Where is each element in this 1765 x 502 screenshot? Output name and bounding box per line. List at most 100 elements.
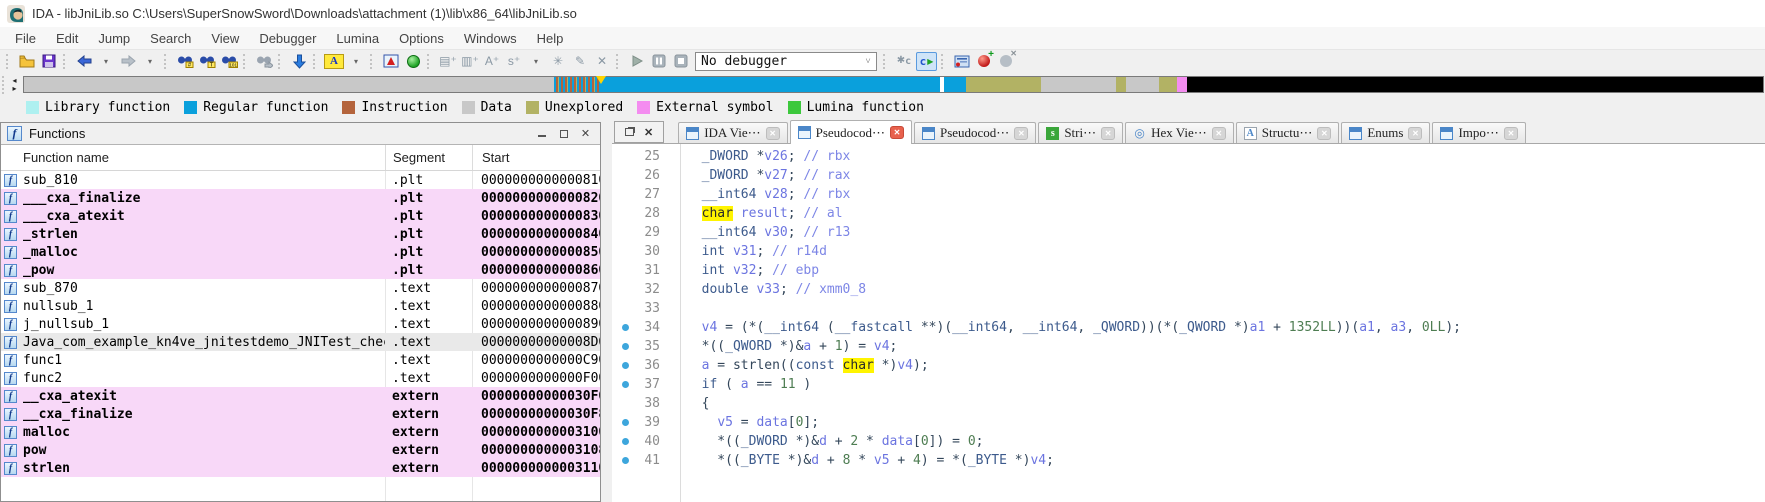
add-breakpoint-icon[interactable] xyxy=(974,49,994,71)
tab-enums-6[interactable]: Enums ✕ xyxy=(1341,122,1431,143)
function-row-strlen[interactable]: strlen extern 0000000000003110 xyxy=(1,459,600,477)
restore-icon[interactable] xyxy=(555,126,572,141)
navigation-band[interactable] xyxy=(23,76,1764,93)
function-row-_strlen[interactable]: _strlen .plt 0000000000000840 xyxy=(1,225,600,243)
menu-view[interactable]: View xyxy=(201,29,249,48)
pseudocode-line-39[interactable]: 39 v5 = data[0]; xyxy=(612,413,1765,432)
navband-segment-9[interactable] xyxy=(1159,77,1177,92)
function-row-nullsub_1[interactable]: nullsub_1 .text 0000000000000880 xyxy=(1,297,600,315)
pseudocode-line-38[interactable]: 38 { xyxy=(612,394,1765,413)
debugger-select[interactable]: No debugger ˅ xyxy=(695,51,877,71)
tab-structu-5[interactable]: A Structu⋯ ✕ xyxy=(1235,122,1340,143)
function-row-__cxa_atexit[interactable]: __cxa_atexit extern 00000000000030F0 xyxy=(1,387,600,405)
navband-segment-1[interactable] xyxy=(554,77,602,92)
back-dropdown-icon[interactable]: ▾ xyxy=(96,51,116,71)
menu-lumina[interactable]: Lumina xyxy=(326,29,389,48)
make-code-icon[interactable]: ▤⁺ xyxy=(438,51,458,71)
back-icon[interactable] xyxy=(74,51,94,71)
pseudocode-line-37[interactable]: 37 if ( a == 11 ) xyxy=(612,375,1765,394)
pseudocode-line-36[interactable]: 36 a = strlen((const char *)v4); xyxy=(612,356,1765,375)
tab-pseudocod-2[interactable]: Pseudocod⋯ ✕ xyxy=(913,122,1037,143)
menu-windows[interactable]: Windows xyxy=(454,29,527,48)
navband-segment-7[interactable] xyxy=(1116,77,1127,92)
tab-impo-7[interactable]: Impo⋯ ✕ xyxy=(1432,122,1526,143)
run-to-cursor-icon[interactable]: c ▶ xyxy=(916,51,937,71)
navband-segment-0[interactable] xyxy=(24,77,555,92)
menu-file[interactable]: File xyxy=(5,29,46,48)
tab-stri-3[interactable]: s Stri⋯ ✕ xyxy=(1038,122,1124,143)
lumina-icon[interactable] xyxy=(403,51,423,71)
pseudocode-view[interactable]: 25 _DWORD *v26; // rbx 26 _DWORD *v27; //… xyxy=(612,144,1765,502)
navband-arrows[interactable]: ◂ ▸ xyxy=(8,76,21,93)
pseudocode-line-41[interactable]: 41 *((_BYTE *)&d + 8 * v5 + 4) = *(_BYTE… xyxy=(612,451,1765,470)
remove-breakpoint-icon[interactable] xyxy=(996,49,1017,71)
pseudocode-line-28[interactable]: 28 char result; // al xyxy=(612,204,1765,223)
pseudocode-line-25[interactable]: 25 _DWORD *v26; // rbx xyxy=(612,147,1765,166)
navband-segment-10[interactable] xyxy=(1176,77,1188,92)
tab-pseudocod-1[interactable]: Pseudocod⋯ ✕ xyxy=(789,120,912,144)
menu-edit[interactable]: Edit xyxy=(46,29,88,48)
pause-process-icon[interactable] xyxy=(649,51,669,71)
pseudocode-line-26[interactable]: 26 _DWORD *v27; // rax xyxy=(612,166,1765,185)
tab-close-icon[interactable]: ✕ xyxy=(1408,126,1423,140)
pseudocode-line-27[interactable]: 27 __int64 v28; // rbx xyxy=(612,185,1765,204)
navband-segment-6[interactable] xyxy=(1041,77,1117,92)
functions-panel-titlebar[interactable]: Functions ✕ xyxy=(1,123,600,145)
navband-segment-11[interactable] xyxy=(1187,77,1763,92)
tab-idavie-0[interactable]: IDA Vie⋯ ✕ xyxy=(678,122,788,143)
menu-search[interactable]: Search xyxy=(140,29,201,48)
tab-close-icon[interactable]: ✕ xyxy=(1503,126,1518,140)
search-binoculars-icon[interactable]: # xyxy=(175,51,195,71)
column-segment[interactable]: Segment xyxy=(385,145,472,170)
function-row-_malloc[interactable]: _malloc .plt 0000000000000850 xyxy=(1,243,600,261)
open-file-icon[interactable] xyxy=(17,51,37,71)
string-dropdown-icon[interactable]: ▾ xyxy=(526,51,546,71)
close-icon[interactable]: ✕ xyxy=(577,126,594,141)
function-row-sub_870[interactable]: sub_870 .text 0000000000000870 xyxy=(1,279,600,297)
tab-close-icon[interactable]: ✕ xyxy=(1317,126,1332,140)
signatures-icon[interactable] xyxy=(381,51,401,71)
navband-segment-8[interactable] xyxy=(1126,77,1160,92)
function-row-func1[interactable]: func1 .text 0000000000000C90 xyxy=(1,351,600,369)
tab-close-icon[interactable]: ✕ xyxy=(1211,126,1226,140)
make-string-icon[interactable]: s⁺ xyxy=(504,51,524,71)
forward-icon[interactable] xyxy=(118,51,138,71)
column-function-name[interactable]: Function name xyxy=(1,150,385,165)
menu-options[interactable]: Options xyxy=(389,29,454,48)
pseudocode-line-30[interactable]: 30 int v31; // r14d xyxy=(612,242,1765,261)
menu-debugger[interactable]: Debugger xyxy=(249,29,326,48)
pseudocode-line-31[interactable]: 31 int v32; // ebp xyxy=(612,261,1765,280)
function-row-sub_810[interactable]: sub_810 .plt 0000000000000810 xyxy=(1,171,600,189)
tab-close-icon[interactable]: ✕ xyxy=(1014,126,1029,140)
chevron-down-icon[interactable]: ˅ xyxy=(860,56,876,67)
pseudocode-line-33[interactable]: 33 xyxy=(612,299,1765,318)
function-row-_pow[interactable]: _pow .plt 0000000000000860 xyxy=(1,261,600,279)
run-until-call-icon[interactable]: ✱ c xyxy=(894,51,914,71)
save-icon[interactable] xyxy=(39,51,59,71)
stop-process-icon[interactable] xyxy=(671,51,691,71)
function-row-func2[interactable]: func2 .text 0000000000000F00 xyxy=(1,369,600,387)
highlight-dropdown-icon[interactable]: ▾ xyxy=(346,51,366,71)
make-name-icon[interactable]: A⁺ xyxy=(482,51,502,71)
tab-close-icon[interactable]: ✕ xyxy=(889,126,904,139)
jump-icon[interactable] xyxy=(289,51,309,71)
navband-segment-4[interactable] xyxy=(943,77,967,92)
close-window-icon[interactable]: ✕ xyxy=(644,126,653,139)
search-next-icon[interactable] xyxy=(254,51,274,71)
forward-dropdown-icon[interactable]: ▾ xyxy=(140,51,160,71)
column-start[interactable]: Start xyxy=(472,145,600,170)
undefine-icon[interactable]: ✕ xyxy=(592,51,612,71)
restore-window-icon[interactable] xyxy=(625,128,634,136)
tab-close-icon[interactable]: ✕ xyxy=(765,126,780,140)
navband-segment-2[interactable] xyxy=(601,77,941,92)
pseudocode-line-32[interactable]: 32 double v33; // xmm0_8 xyxy=(612,280,1765,299)
pseudocode-line-29[interactable]: 29 __int64 v30; // r13 xyxy=(612,223,1765,242)
breakpoint-list-icon[interactable] xyxy=(952,51,972,71)
highlight-color-icon[interactable]: A xyxy=(324,53,344,69)
menu-jump[interactable]: Jump xyxy=(88,29,140,48)
search-text-icon[interactable]: T xyxy=(197,51,217,71)
search-value-icon[interactable]: 101 xyxy=(219,51,239,71)
function-row-malloc[interactable]: malloc extern 0000000000003100 xyxy=(1,423,600,441)
pseudocode-line-40[interactable]: 40 *((_DWORD *)&d + 2 * data[0]) = 0; xyxy=(612,432,1765,451)
start-process-icon[interactable] xyxy=(627,51,647,71)
